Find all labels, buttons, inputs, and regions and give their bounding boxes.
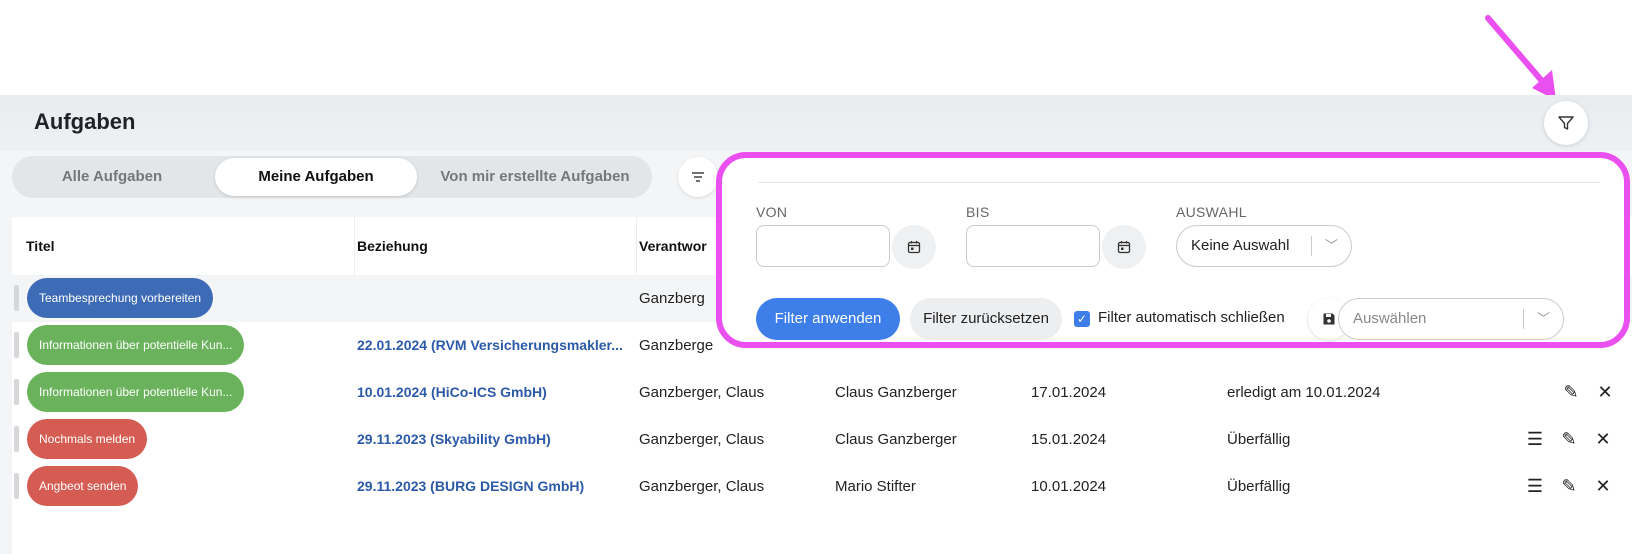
column-header-titel[interactable]: Titel (26, 217, 55, 275)
apply-filter-button[interactable]: Filter anwenden (756, 298, 900, 340)
auswahl-value: Keine Auswahl (1191, 237, 1290, 254)
drag-handle[interactable] (14, 285, 19, 311)
task-title-pill[interactable]: Informationen über potentielle Kun... (27, 372, 245, 412)
reset-filter-button[interactable]: Filter zurücksetzen (910, 298, 1062, 340)
calendar-icon (907, 241, 921, 254)
row-actions: ☰ ✎ ✕ (1524, 463, 1614, 510)
responsible-cell: Ganzberger, Claus (639, 478, 765, 495)
assignee-cell: Mario Stifter (835, 478, 916, 495)
drag-handle[interactable] (14, 426, 19, 452)
column-divider (354, 217, 355, 275)
saved-filter-select[interactable]: Auswählen ﹀ (1338, 298, 1564, 340)
drag-handle[interactable] (14, 473, 19, 499)
panel-divider (758, 182, 1600, 183)
tab-von-mir-erstellte-aufgaben[interactable]: Von mir erstellte Aufgaben (420, 156, 650, 198)
assignee-cell: Claus Ganzberger (835, 384, 957, 401)
auswahl-select[interactable]: Keine Auswahl ﹀ (1176, 225, 1352, 267)
relation-link[interactable] (357, 275, 632, 322)
checklist-icon[interactable]: ☰ (1524, 429, 1546, 450)
tab-meine-aufgaben[interactable]: Meine Aufgaben (215, 158, 417, 196)
sort-button[interactable] (678, 157, 718, 197)
due-date-cell: 10.01.2024 (1031, 478, 1107, 495)
due-date-cell: 15.01.2024 (1031, 431, 1107, 448)
close-icon[interactable]: ✕ (1594, 382, 1616, 403)
relation-link[interactable]: 29.11.2023 (Skyability GmbH) (357, 416, 632, 463)
task-title-pill[interactable]: Teambesprechung vorbereiten (27, 278, 214, 318)
auto-close-checkbox[interactable]: ✓ (1074, 311, 1090, 327)
relation-link[interactable]: 29.11.2023 (BURG DESIGN GmbH) (357, 463, 632, 510)
sort-lines-icon (692, 172, 704, 182)
assignee-cell: Claus Ganzberger (835, 431, 957, 448)
auswahl-label: AUSWAHL (1176, 204, 1247, 220)
filter-panel: VON BIS AUSWAHL Keine Auswahl ﹀ Filter a… (716, 152, 1630, 348)
chevron-down-icon: ﹀ (1325, 238, 1339, 253)
status-cell: Überfällig (1227, 431, 1291, 448)
drag-handle[interactable] (14, 379, 19, 405)
funnel-icon (1558, 116, 1574, 130)
page-header: Aufgaben (0, 95, 1632, 151)
status-cell: Überfällig (1227, 478, 1291, 495)
task-tabs: Alle Aufgaben Meine Aufgaben Von mir ers… (12, 156, 652, 198)
von-calendar-button[interactable] (892, 225, 936, 269)
close-icon[interactable]: ✕ (1592, 429, 1614, 450)
bis-calendar-button[interactable] (1102, 225, 1146, 269)
status-cell: erledigt am 10.01.2024 (1227, 384, 1381, 401)
due-date-cell: 17.01.2024 (1031, 384, 1107, 401)
table-row[interactable]: Angbeot senden 29.11.2023 (BURG DESIGN G… (12, 463, 1632, 510)
auto-close-label: Filter automatisch schließen (1098, 309, 1285, 326)
page-title: Aufgaben (34, 109, 136, 134)
select-divider (1523, 309, 1524, 329)
column-header-verantwortlich[interactable]: Verantwor (639, 217, 707, 275)
row-actions: ☰ ✎ ✕ (1524, 416, 1614, 463)
bis-label: BIS (966, 204, 990, 220)
relation-link[interactable]: 10.01.2024 (HiCo-ICS GmbH) (357, 369, 632, 416)
column-divider (636, 217, 637, 275)
calendar-icon (1117, 241, 1131, 254)
close-icon[interactable]: ✕ (1592, 476, 1614, 497)
relation-link[interactable]: 22.01.2024 (RVM Versicherungsmakler... (357, 322, 632, 369)
edit-icon[interactable]: ✎ (1560, 382, 1582, 403)
task-title-pill[interactable]: Angbeot senden (27, 466, 139, 506)
responsible-cell: Ganzberger, Claus (639, 384, 765, 401)
task-title-pill[interactable]: Informationen über potentielle Kun... (27, 325, 245, 365)
responsible-cell: Ganzberger, Claus (639, 431, 765, 448)
drag-handle[interactable] (14, 332, 19, 358)
task-title-pill[interactable]: Nochmals melden (27, 419, 148, 459)
filter-toggle-button[interactable] (1544, 101, 1588, 145)
saved-filter-placeholder: Auswählen (1353, 310, 1427, 327)
von-date-input[interactable] (756, 225, 890, 267)
floppy-disk-icon (1323, 313, 1335, 325)
checklist-icon[interactable]: ☰ (1524, 476, 1546, 497)
tab-alle-aufgaben[interactable]: Alle Aufgaben (12, 156, 212, 198)
von-label: VON (756, 204, 788, 220)
bis-date-input[interactable] (966, 225, 1100, 267)
table-row[interactable]: Nochmals melden 29.11.2023 (Skyability G… (12, 416, 1632, 463)
table-row[interactable]: Informationen über potentielle Kun... 10… (12, 369, 1632, 416)
chevron-down-icon: ﹀ (1537, 311, 1551, 326)
select-divider (1311, 236, 1312, 256)
column-header-beziehung[interactable]: Beziehung (357, 217, 428, 275)
edit-icon[interactable]: ✎ (1558, 476, 1580, 497)
row-actions: ✎ ✕ (1560, 369, 1616, 416)
edit-icon[interactable]: ✎ (1558, 429, 1580, 450)
